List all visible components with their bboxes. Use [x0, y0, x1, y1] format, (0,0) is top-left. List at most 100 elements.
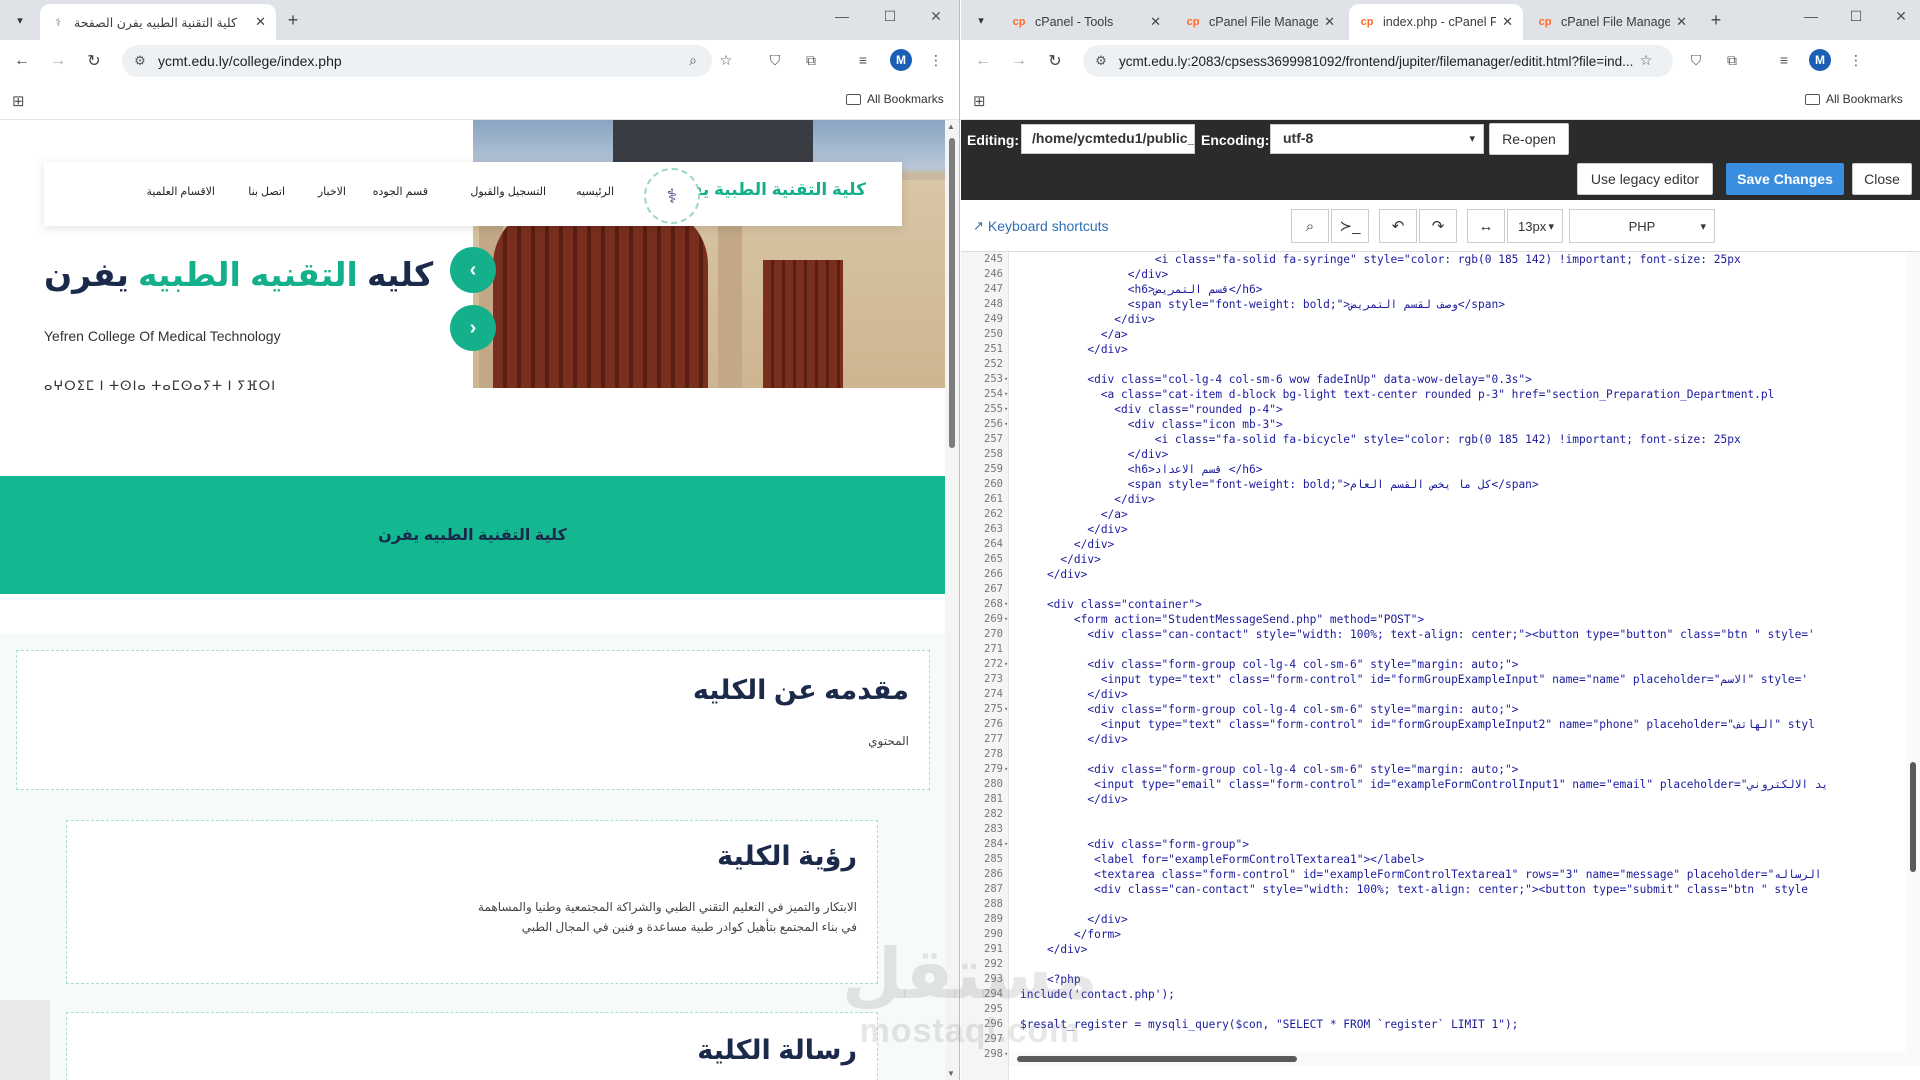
- encoding-select[interactable]: utf-8 ▾: [1270, 124, 1484, 154]
- minimize-button[interactable]: —: [830, 8, 854, 24]
- tab-close-icon[interactable]: ✕: [1150, 14, 1161, 30]
- code-line[interactable]: 291 </div>: [961, 942, 1906, 957]
- code-line[interactable]: 264 </div>: [961, 537, 1906, 552]
- code-line[interactable]: 263 </div>: [961, 522, 1906, 537]
- fold-arrow-icon[interactable]: ▾: [1004, 402, 1012, 417]
- profile-avatar[interactable]: M: [890, 49, 912, 71]
- page-scroll-thumb[interactable]: [949, 138, 955, 448]
- code-line[interactable]: 273 <input type="text" class="form-contr…: [961, 672, 1906, 687]
- code-line[interactable]: 279 ▾ <div class="form-group col-lg-4 col…: [961, 762, 1906, 777]
- scroll-up-icon[interactable]: ▲: [947, 122, 955, 131]
- carousel-prev-button[interactable]: ‹: [450, 247, 496, 293]
- legacy-editor-button[interactable]: Use legacy editor: [1577, 163, 1713, 195]
- code-line[interactable]: 255 ▾ <div class="rounded p-4">: [961, 402, 1906, 417]
- fold-arrow-icon[interactable]: ▾: [1004, 372, 1012, 387]
- wrap-toggle-icon[interactable]: ↔: [1467, 209, 1505, 243]
- tab-close-icon[interactable]: ✕: [1502, 14, 1513, 30]
- code-line[interactable]: 262 </a>: [961, 507, 1906, 522]
- code-line[interactable]: 248 <span style="font-weight: bold;">وصف…: [961, 297, 1906, 312]
- code-line[interactable]: 287 <div class="can-contact" style="widt…: [961, 882, 1906, 897]
- zoom-icon[interactable]: ⌕: [682, 49, 704, 71]
- code-line[interactable]: 278: [961, 747, 1906, 762]
- code-line[interactable]: 271: [961, 642, 1906, 657]
- site-info-icon[interactable]: ⚙: [1083, 53, 1119, 69]
- code-line[interactable]: 245 <i class="fa-solid fa-syringe" style…: [961, 252, 1906, 267]
- extensions-icon[interactable]: ⧉: [1721, 49, 1743, 71]
- code-line[interactable]: 297: [961, 1032, 1906, 1047]
- code-line[interactable]: 274 </div>: [961, 687, 1906, 702]
- tab-file-manager-2[interactable]: cp cPanel File Manager ✕: [1527, 4, 1697, 40]
- code-line[interactable]: 285 <label for="exampleFormControlTextar…: [961, 852, 1906, 867]
- nav-home[interactable]: الرئيسيه: [576, 185, 614, 198]
- address-bar[interactable]: ⚙ ycmt.edu.ly:2083/cpsess3699981092/fron…: [1083, 45, 1673, 77]
- code-line[interactable]: 266 </div>: [961, 567, 1906, 582]
- tab-cpanel-tools[interactable]: cp cPanel - Tools ✕: [1001, 4, 1171, 40]
- code-line[interactable]: 288: [961, 897, 1906, 912]
- close-editor-button[interactable]: Close: [1852, 163, 1912, 195]
- redo-icon[interactable]: ↷: [1419, 209, 1457, 243]
- tab-search-icon[interactable]: ▾: [969, 8, 993, 32]
- code-line[interactable]: 277 </div>: [961, 732, 1906, 747]
- tab-college-home[interactable]: ⚕ كلية التقنية الطبيه يفرن الصفحة ✕: [40, 4, 276, 40]
- tab-index-php-editor[interactable]: cp index.php - cPanel F ✕: [1349, 4, 1523, 40]
- code-line[interactable]: 267: [961, 582, 1906, 597]
- profile-avatar[interactable]: M: [1809, 49, 1831, 71]
- code-line[interactable]: 250 </a>: [961, 327, 1906, 342]
- fold-arrow-icon[interactable]: ▾: [1004, 837, 1012, 852]
- code-line[interactable]: 257 <i class="fa-solid fa-bicycle" style…: [961, 432, 1906, 447]
- tab-search-icon[interactable]: ▾: [8, 8, 32, 32]
- forward-icon[interactable]: →: [46, 49, 70, 73]
- code-line[interactable]: 275 ▾ <div class="form-group col-lg-4 col…: [961, 702, 1906, 717]
- editor-horizontal-scrollbar[interactable]: [1009, 1052, 1920, 1066]
- code-line[interactable]: 295: [961, 1002, 1906, 1017]
- reopen-button[interactable]: Re-open: [1489, 123, 1569, 155]
- code-line[interactable]: 258 </div>: [961, 447, 1906, 462]
- back-icon[interactable]: ←: [971, 49, 995, 73]
- menu-kebab-icon[interactable]: ⋮: [1845, 49, 1867, 71]
- mode-select[interactable]: PHP ▾: [1569, 209, 1715, 243]
- code-line[interactable]: 283: [961, 822, 1906, 837]
- code-line[interactable]: 253 ▾ <div class="col-lg-4 col-sm-6 wow f…: [961, 372, 1906, 387]
- all-bookmarks-button[interactable]: All Bookmarks: [846, 92, 944, 106]
- maximize-button[interactable]: ☐: [1844, 8, 1868, 25]
- page-scrollbar[interactable]: ▲ ▼: [945, 120, 959, 1080]
- carousel-next-button[interactable]: ›: [450, 305, 496, 351]
- code-line[interactable]: 254 ▾ <a class="cat-item d-block bg-light…: [961, 387, 1906, 402]
- fold-arrow-icon[interactable]: ▾: [1004, 762, 1012, 777]
- code-line[interactable]: 259 <h6>قسم الاعداد </h6>: [961, 462, 1906, 477]
- code-line[interactable]: 282: [961, 807, 1906, 822]
- tab-close-icon[interactable]: ✕: [1324, 14, 1335, 30]
- bookmark-star-icon[interactable]: ☆: [1635, 49, 1657, 71]
- fold-arrow-icon[interactable]: ▾: [1004, 702, 1012, 717]
- code-line[interactable]: 249 </div>: [961, 312, 1906, 327]
- code-line[interactable]: 296 $resalt_register = mysqli_query($con,…: [961, 1017, 1906, 1032]
- college-logo-icon[interactable]: ⚕: [644, 168, 700, 224]
- address-bar[interactable]: ⚙ ycmt.edu.ly/college/index.php: [122, 45, 712, 77]
- code-line[interactable]: 280 <input type="email" class="form-cont…: [961, 777, 1906, 792]
- apps-grid-icon[interactable]: ⊞: [973, 92, 986, 110]
- code-line[interactable]: 294 include('contact.php');: [961, 987, 1906, 1002]
- editor-vertical-scrollbar[interactable]: [1906, 252, 1920, 1052]
- code-line[interactable]: 284 ▾ <div class="form-group">: [961, 837, 1906, 852]
- search-icon[interactable]: ⌕: [1291, 209, 1329, 243]
- back-icon[interactable]: ←: [10, 49, 34, 73]
- code-line[interactable]: 290 </form>: [961, 927, 1906, 942]
- code-line[interactable]: 260 <span style="font-weight: bold;">كل …: [961, 477, 1906, 492]
- save-changes-button[interactable]: Save Changes: [1726, 163, 1844, 195]
- extensions-icon[interactable]: ⧉: [800, 49, 822, 71]
- fold-arrow-icon[interactable]: ▾: [1004, 612, 1012, 627]
- code-line[interactable]: 270 <div class="can-contact" style="widt…: [961, 627, 1906, 642]
- close-window-button[interactable]: ✕: [1889, 8, 1913, 25]
- forward-icon[interactable]: →: [1007, 49, 1031, 73]
- site-info-icon[interactable]: ⚙: [122, 53, 158, 69]
- maximize-button[interactable]: ☐: [878, 8, 902, 25]
- tab-close-icon[interactable]: ✕: [1676, 14, 1687, 30]
- code-line[interactable]: 247 <h6>قسم التمريض</h6>: [961, 282, 1906, 297]
- scroll-down-icon[interactable]: ▼: [947, 1069, 955, 1078]
- media-control-icon[interactable]: ≡: [1773, 49, 1795, 71]
- reload-icon[interactable]: ↻: [82, 49, 106, 73]
- code-line[interactable]: 276 <input type="text" class="form-contr…: [961, 717, 1906, 732]
- code-editor[interactable]: 245 <i class="fa-solid fa-syringe" style…: [961, 252, 1920, 1080]
- code-line[interactable]: 256 ▾ <div class="icon mb-3">: [961, 417, 1906, 432]
- code-line[interactable]: 251 </div>: [961, 342, 1906, 357]
